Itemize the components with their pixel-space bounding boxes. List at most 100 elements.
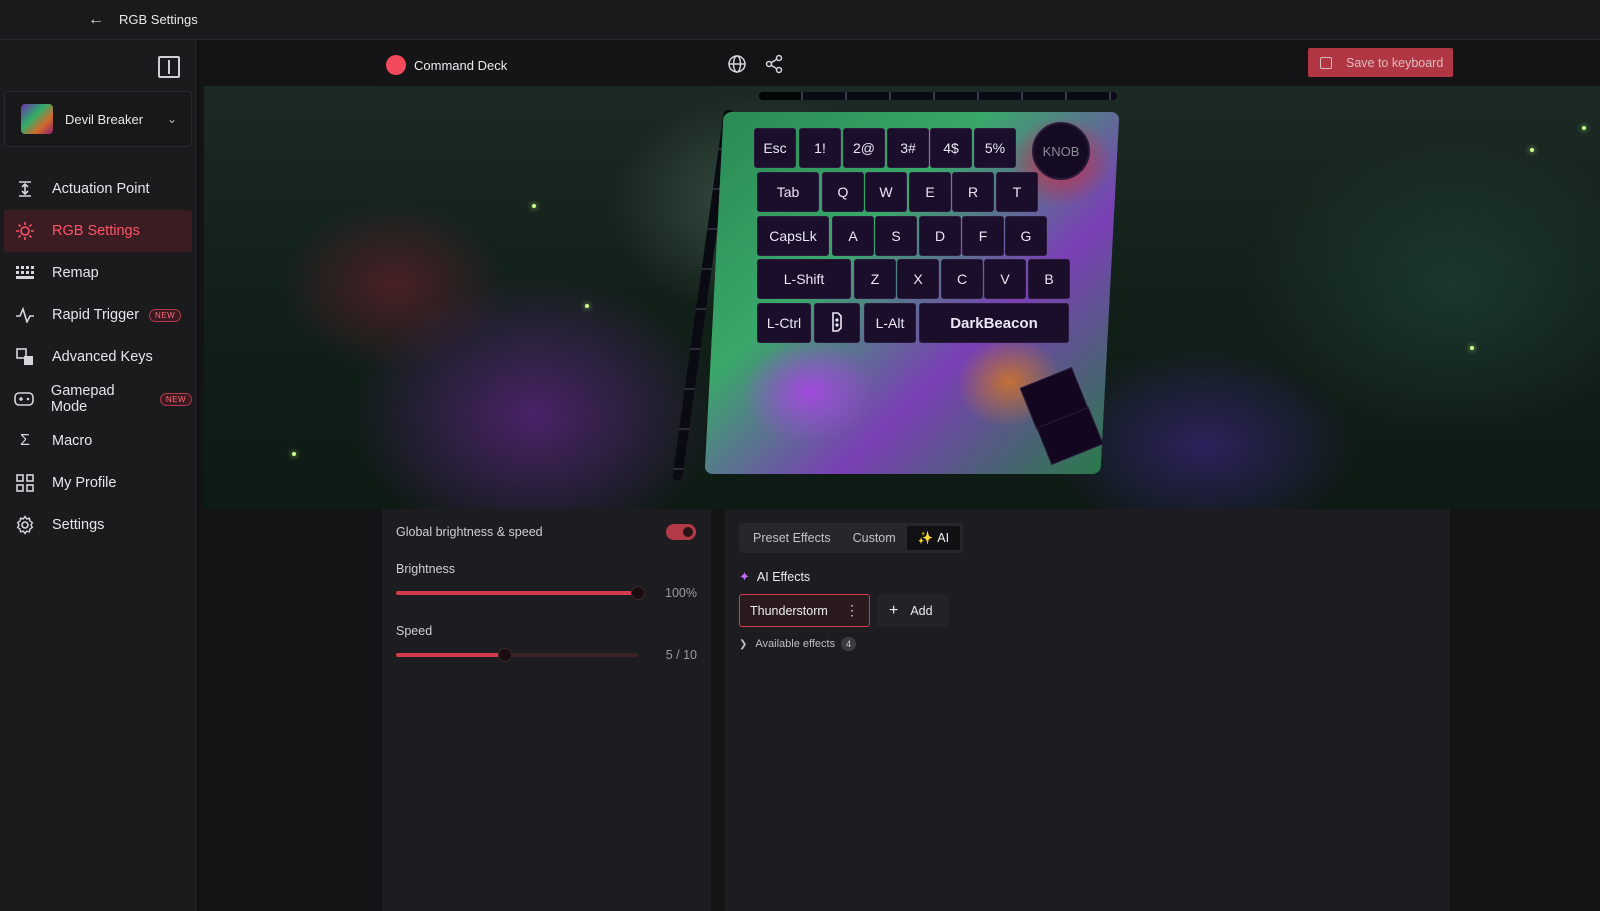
chevron-right-icon: ❯ [739, 638, 748, 650]
key-f[interactable]: F [962, 216, 1004, 256]
device-thumbnail [21, 104, 53, 134]
effect-chip-thunderstorm[interactable]: Thunderstorm ⋮ [739, 594, 870, 627]
grid-icon [14, 472, 36, 494]
key-left-ctrl[interactable]: L-Ctrl [757, 303, 811, 343]
title-bar: ← RGB Settings [0, 0, 1600, 40]
sidebar: Devil Breaker ⌄ Actuation Point RGB Sett… [0, 40, 196, 911]
sidebar-item-actuation-point[interactable]: Actuation Point [4, 168, 192, 210]
key-1[interactable]: 1! [799, 128, 841, 168]
speed-thumb[interactable] [497, 648, 512, 662]
window-title: RGB Settings [119, 12, 198, 27]
effects-tabs: Preset Effects Custom ✨ AI [739, 523, 964, 553]
key-a[interactable]: A [832, 216, 874, 256]
key-x[interactable]: X [897, 259, 939, 299]
key-function[interactable] [814, 303, 860, 343]
key-5[interactable]: 5% [974, 128, 1016, 168]
global-settings-panel: Global brightness & speed Brightness 100… [382, 509, 711, 911]
sidebar-item-label: Remap [52, 265, 99, 281]
key-d[interactable]: D [919, 216, 961, 256]
tab-preset-effects[interactable]: Preset Effects [742, 526, 842, 550]
plus-icon: + [889, 601, 899, 619]
layers-icon [14, 346, 36, 368]
global-toggle[interactable] [666, 524, 696, 540]
sidebar-item-macro[interactable]: Σ Macro [4, 420, 192, 462]
available-effects-toggle[interactable]: ❯ Available effects 4 [739, 637, 857, 651]
more-vertical-icon[interactable]: ⋮ [845, 602, 859, 619]
sidebar-item-rapid-trigger[interactable]: Rapid Trigger NEW [4, 294, 192, 336]
key-left-shift[interactable]: L-Shift [757, 259, 851, 299]
key-esc[interactable]: Esc [754, 128, 796, 168]
key-s[interactable]: S [875, 216, 917, 256]
sigma-icon: Σ [20, 432, 30, 449]
tab-ai-label: AI [937, 531, 950, 545]
sparkle-decoration [1582, 126, 1586, 130]
key-r[interactable]: R [952, 172, 994, 212]
ai-effects-heading: ✦ AI Effects [739, 569, 810, 585]
new-badge: NEW [149, 308, 182, 322]
save-to-keyboard-button[interactable]: Save to keyboard [1308, 48, 1453, 77]
sidebar-item-gamepad-mode[interactable]: Gamepad Mode NEW [4, 378, 192, 420]
brightness-slider[interactable] [396, 586, 645, 600]
effects-panel: Preset Effects Custom ✨ AI ✦ AI Effects … [725, 509, 1450, 911]
profile-tab[interactable]: Command Deck [373, 44, 715, 86]
brightness-label: Brightness [396, 562, 456, 576]
key-v[interactable]: V [984, 259, 1026, 299]
sparkle-decoration [585, 304, 589, 308]
key-t[interactable]: T [996, 172, 1038, 212]
sparkle-decoration [1530, 148, 1534, 152]
add-effect-button[interactable]: + Add [877, 594, 949, 627]
effect-name: Thunderstorm [750, 603, 828, 618]
sidebar-collapse-icon[interactable] [158, 56, 180, 78]
sidebar-item-remap[interactable]: Remap [4, 252, 192, 294]
knob[interactable]: KNOB [1032, 122, 1090, 180]
key-tab[interactable]: Tab [757, 172, 819, 212]
tab-custom[interactable]: Custom [842, 526, 907, 550]
sidebar-item-my-profile[interactable]: My Profile [4, 462, 192, 504]
key-e[interactable]: E [909, 172, 951, 212]
key-spacebar[interactable]: DarkBeacon [919, 303, 1069, 343]
sidebar-nav: Actuation Point RGB Settings Remap Rapid… [4, 168, 192, 546]
add-label: Add [910, 603, 933, 618]
key-g[interactable]: G [1005, 216, 1047, 256]
key-b[interactable]: B [1028, 259, 1070, 299]
available-effects-label: Available effects [755, 638, 836, 650]
brightness-thumb[interactable] [631, 586, 645, 600]
globe-icon[interactable] [726, 53, 748, 75]
speed-value: 5 / 10 [665, 648, 697, 662]
device-name: Devil Breaker [65, 111, 144, 127]
back-arrow-icon[interactable]: ← [86, 10, 106, 30]
device-selector[interactable]: Devil Breaker ⌄ [4, 91, 192, 147]
tab-ai[interactable]: ✨ AI [906, 526, 961, 550]
key-4[interactable]: 4$ [930, 128, 972, 168]
sidebar-item-rgb-settings[interactable]: RGB Settings [4, 210, 192, 252]
share-icon[interactable] [763, 53, 785, 75]
key-2[interactable]: 2@ [843, 128, 885, 168]
gamepad-icon [14, 388, 35, 410]
sidebar-item-label: RGB Settings [52, 223, 140, 239]
key-c[interactable]: C [941, 259, 983, 299]
speed-label: Speed [396, 624, 433, 638]
key-3[interactable]: 3# [887, 128, 929, 168]
keyboard-grid-icon [14, 262, 36, 284]
key-q[interactable]: Q [822, 172, 864, 212]
gear-icon [14, 514, 36, 536]
brightness-value: 100% [665, 586, 697, 600]
speed-fill [396, 653, 505, 657]
sidebar-item-label: Rapid Trigger [52, 307, 140, 323]
sidebar-item-advanced-keys[interactable]: Advanced Keys [4, 336, 192, 378]
function-logo-icon [830, 311, 844, 335]
key-left-alt[interactable]: L-Alt [864, 303, 916, 343]
key-capslock[interactable]: CapsLk [757, 216, 829, 256]
sidebar-item-settings[interactable]: Settings [4, 504, 192, 546]
sidebar-item-label: Settings [52, 517, 105, 533]
speed-slider[interactable] [396, 648, 638, 662]
available-count-badge: 4 [841, 637, 857, 651]
profile-toolbar: Command Deck Save to keyboard [373, 44, 1453, 86]
sidebar-item-label: Actuation Point [52, 181, 150, 197]
key-w[interactable]: W [865, 172, 907, 212]
keyboard-preview: KNOB Esc 1! 2@ 3# 4$ 5% Tab Q W E R T Ca… [204, 86, 1600, 509]
chevron-down-icon: ⌄ [166, 112, 177, 126]
key-z[interactable]: Z [854, 259, 896, 299]
keyboard-top-light-bar [759, 92, 1117, 100]
pulse-icon [14, 304, 36, 326]
